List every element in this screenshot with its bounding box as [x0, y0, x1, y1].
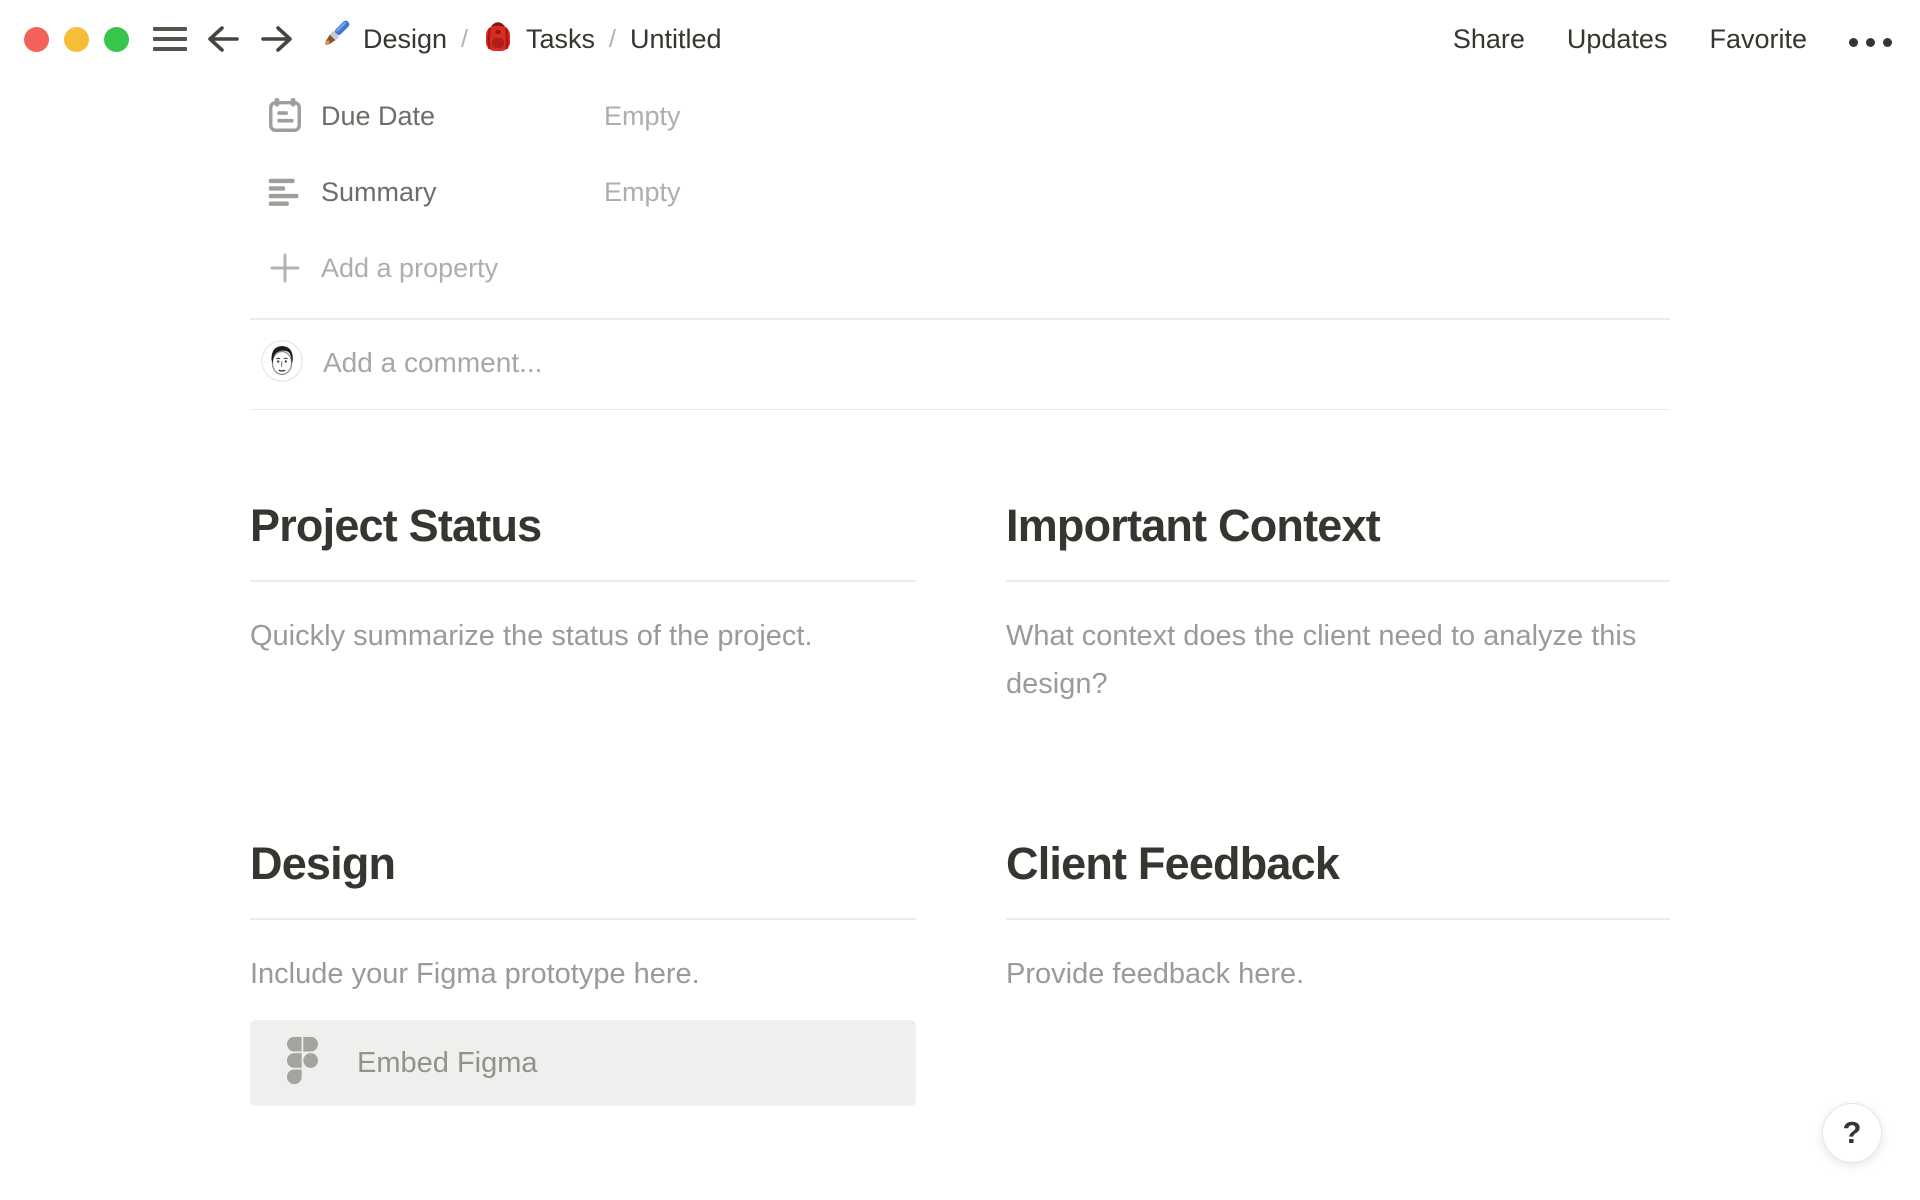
section-divider	[250, 580, 916, 582]
breadcrumb-label: Design	[363, 23, 448, 54]
property-row-due-date[interactable]: Due Date Empty	[250, 78, 1670, 154]
section-divider	[250, 918, 916, 920]
property-value[interactable]: Empty	[604, 177, 681, 208]
breadcrumb-separator: /	[461, 24, 468, 53]
updates-button[interactable]: Updates	[1567, 24, 1668, 55]
add-property-label: Add a property	[321, 252, 499, 283]
back-arrow-icon[interactable]	[205, 23, 241, 55]
section-title: Important Context	[1006, 500, 1381, 551]
ellipsis-icon[interactable]	[1849, 32, 1892, 47]
section-title: Design	[250, 838, 396, 889]
text-align-left-icon	[265, 172, 305, 212]
question-mark-icon: ?	[1842, 1115, 1862, 1150]
divider	[250, 408, 1670, 410]
section-title: Project Status	[250, 500, 542, 551]
embed-figma-label: Embed Figma	[357, 1046, 538, 1079]
section-body-text[interactable]: What context does the client need to ana…	[1006, 612, 1670, 708]
breadcrumb-item-tasks[interactable]: Tasks	[482, 19, 595, 60]
favorite-button[interactable]: Favorite	[1709, 24, 1807, 55]
breadcrumb-item-untitled[interactable]: Untitled	[630, 24, 722, 55]
calendar-icon	[265, 96, 305, 136]
user-avatar	[261, 339, 303, 387]
property-label: Summary	[321, 176, 437, 207]
window-controls	[24, 26, 129, 52]
property-list: Due Date Empty Summary Empty Add a prope…	[250, 78, 1670, 306]
help-button[interactable]: ?	[1822, 1103, 1882, 1163]
zoom-window-button[interactable]	[104, 26, 129, 52]
minimize-window-button[interactable]	[64, 26, 89, 52]
comment-row[interactable]: Add a comment...	[250, 320, 1670, 409]
property-label: Due Date	[321, 100, 436, 131]
section-body-text[interactable]: Include your Figma prototype here.	[250, 950, 916, 998]
close-window-button[interactable]	[24, 26, 49, 52]
section-title: Client Feedback	[1006, 838, 1340, 889]
section-design: Design Include your Figma prototype here…	[250, 836, 916, 1106]
sections-grid: Project Status Quickly summarize the sta…	[250, 498, 1670, 1106]
property-value[interactable]: Empty	[604, 101, 681, 132]
topbar-actions: Share Updates Favorite	[1453, 24, 1892, 55]
figma-icon	[285, 1035, 320, 1090]
section-client-feedback: Client Feedback Provide feedback here.	[1006, 836, 1670, 1106]
section-divider	[1006, 918, 1670, 920]
backpack-icon	[482, 19, 514, 60]
property-row-summary[interactable]: Summary Empty	[250, 154, 1670, 230]
menu-icon[interactable]	[153, 25, 187, 53]
share-button[interactable]: Share	[1453, 24, 1525, 55]
breadcrumb-item-design[interactable]: Design	[317, 19, 447, 60]
add-comment-input[interactable]: Add a comment...	[323, 347, 542, 379]
embed-figma-button[interactable]: Embed Figma	[250, 1020, 916, 1106]
page-body: Due Date Empty Summary Empty Add a prope…	[250, 78, 1670, 1106]
paintbrush-icon	[317, 19, 351, 60]
breadcrumb-label: Untitled	[629, 23, 722, 54]
breadcrumb-label: Tasks	[526, 23, 596, 54]
breadcrumb-separator: /	[609, 24, 616, 53]
breadcrumb: Design / Tasks / Untitled	[317, 19, 722, 60]
section-body-text[interactable]: Provide feedback here.	[1006, 950, 1670, 998]
section-important-context: Important Context What context does the …	[1006, 498, 1670, 708]
section-project-status: Project Status Quickly summarize the sta…	[250, 498, 916, 708]
plus-icon	[265, 248, 305, 288]
forward-arrow-icon[interactable]	[259, 23, 295, 55]
add-property-button[interactable]: Add a property	[250, 230, 1670, 306]
section-divider	[1006, 580, 1670, 582]
topbar: Design / Tasks / Untitled Share Updates	[0, 0, 1920, 78]
section-body-text[interactable]: Quickly summarize the status of the proj…	[250, 612, 916, 660]
